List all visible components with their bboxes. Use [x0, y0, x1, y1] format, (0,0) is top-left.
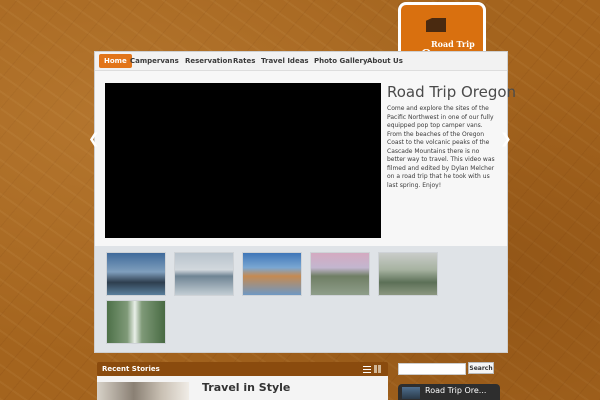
video-widget-title: Road Trip Ore... [425, 386, 487, 395]
search-input[interactable] [398, 363, 466, 375]
video-widget-thumbnail [402, 387, 420, 399]
featured-description: Come and explore the sites of the Pacifi… [387, 105, 495, 189]
slider-prev-arrow-icon[interactable]: ❮ [88, 131, 100, 147]
search-button[interactable]: Search [468, 362, 494, 374]
nav-home[interactable]: Home [99, 54, 132, 68]
featured-slider: Road Trip Oregon Come and explore the si… [95, 71, 516, 246]
gallery-thumb-2[interactable] [174, 252, 234, 296]
recent-stories-header: Recent Stories [97, 362, 388, 376]
nav-photo-gallery[interactable]: Photo Gallery [314, 55, 368, 68]
gallery-thumb-6[interactable] [106, 300, 166, 344]
recent-stories-list: Travel in Style [97, 376, 388, 400]
gallery-thumb-5[interactable] [378, 252, 438, 296]
video-widget[interactable]: Road Trip Ore... [398, 384, 500, 400]
nav-travel-ideas[interactable]: Travel Ideas [261, 55, 309, 68]
grid-view-icon[interactable] [374, 365, 382, 373]
nav-about-us[interactable]: About Us [367, 55, 403, 68]
nav-reservation[interactable]: Reservation [185, 55, 232, 68]
video-player[interactable] [105, 83, 381, 238]
nav-rates[interactable]: Rates [233, 55, 255, 68]
story-thumbnail[interactable] [97, 382, 189, 400]
list-view-icon[interactable] [363, 365, 371, 373]
story-title[interactable]: Travel in Style [202, 381, 290, 394]
oregon-state-icon [426, 18, 446, 32]
main-container: Home Campervans Reservation Rates Travel… [94, 51, 516, 353]
gallery-thumb-1[interactable] [106, 252, 166, 296]
main-nav: Home Campervans Reservation Rates Travel… [95, 52, 507, 71]
recent-stories-title: Recent Stories [102, 365, 160, 373]
slider-next-arrow-icon[interactable]: ❯ [500, 131, 512, 147]
featured-title[interactable]: Road Trip Oregon [387, 83, 516, 101]
nav-campervans[interactable]: Campervans [130, 55, 179, 68]
gallery-thumb-4[interactable] [310, 252, 370, 296]
gallery-thumb-3[interactable] [242, 252, 302, 296]
